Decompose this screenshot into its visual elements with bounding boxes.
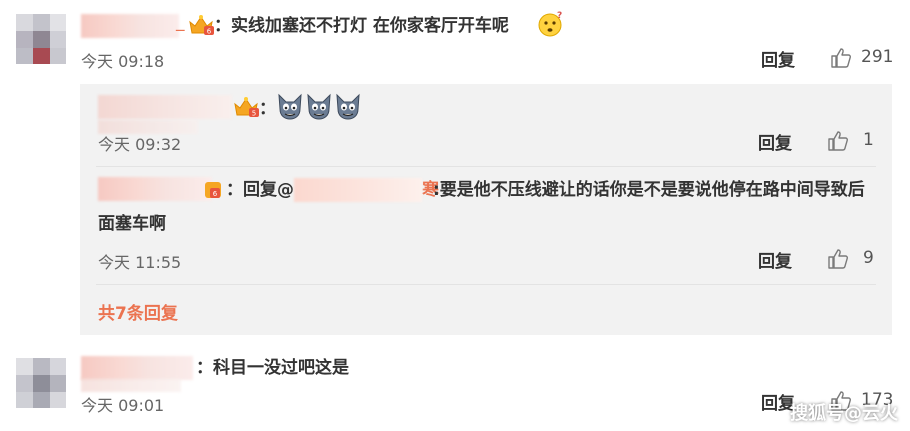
username[interactable] [81, 14, 179, 38]
reply-divider [96, 284, 876, 285]
reply-username[interactable] [98, 95, 232, 119]
reply-time: 今天 09:32 [98, 135, 182, 154]
avatar[interactable] [16, 358, 66, 408]
tom-cat-emoji-icon [336, 93, 360, 120]
watermark: 搜狐号@云火 [790, 403, 898, 424]
like-count: 1 [863, 130, 874, 150]
tom-cat-emoji-icon [278, 93, 302, 120]
like-count: 291 [861, 47, 894, 67]
reply-button[interactable]: 回复 [761, 46, 795, 71]
svg-text:?: ? [557, 11, 562, 21]
comment-text: ：科目一没过吧这是 [196, 358, 349, 378]
svg-text:5: 5 [252, 110, 256, 118]
thumbs-up-icon[interactable] [830, 47, 852, 69]
comment-time: 今天 09:01 [81, 396, 165, 415]
svg-text:6: 6 [207, 28, 212, 36]
view-all-replies-link[interactable]: 共7条回复 [98, 299, 178, 324]
username[interactable] [81, 356, 193, 380]
vip-crown-badge-icon: 5 [234, 97, 259, 118]
thinking-face-emoji-icon: ? [538, 11, 562, 37]
tom-cat-emoji-row [276, 93, 366, 123]
reply-button[interactable]: 回复 [758, 129, 792, 154]
reply-button[interactable]: 回复 [758, 247, 792, 272]
vip-crown-badge-icon: 6 [189, 15, 214, 36]
reply-text: ： [259, 99, 276, 119]
reply-time: 今天 11:55 [98, 253, 182, 272]
comment-time: 今天 09:18 [81, 52, 165, 71]
reply-divider [96, 166, 876, 167]
comment-text: ：实线加塞还不打灯 在你家客厅开车呢 [214, 16, 509, 36]
like-count: 9 [863, 248, 874, 268]
blur-overlay [81, 378, 181, 392]
reply-body: :要是他不压线避让的话你是不是要说他停在路中间导致后面塞车啊 [98, 180, 865, 234]
name-underscore: _ [176, 12, 185, 32]
thumbs-up-icon[interactable] [827, 248, 849, 270]
tom-cat-emoji-icon [307, 93, 331, 120]
avatar[interactable] [16, 14, 66, 64]
thumbs-up-icon[interactable] [827, 130, 849, 152]
